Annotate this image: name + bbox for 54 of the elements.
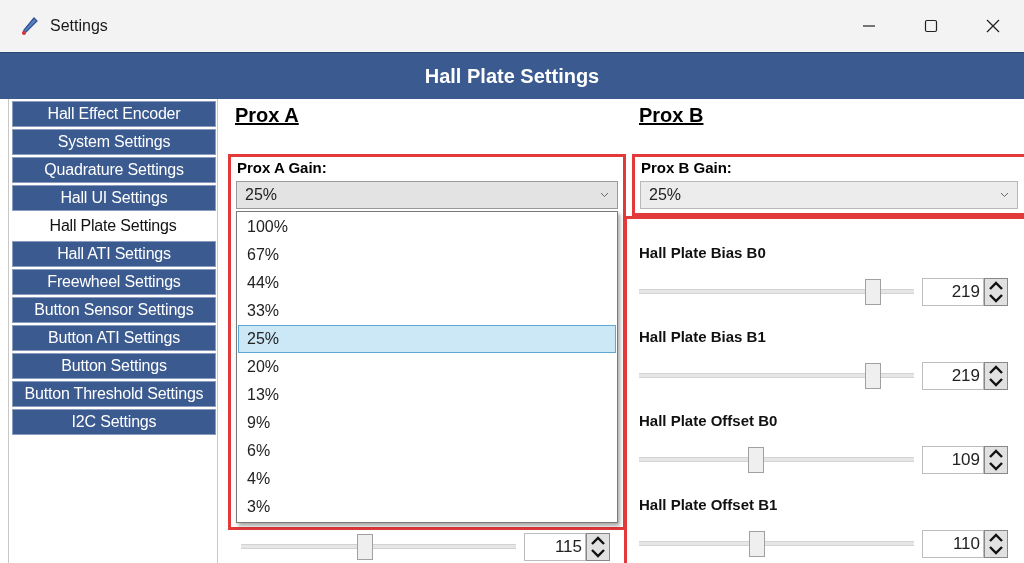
sidebar-item[interactable]: Hall UI Settings [12,185,216,211]
spin-button[interactable] [984,278,1008,306]
sidebar-item[interactable]: Quadrature Settings [12,157,216,183]
field-label: Prox A Gain: [237,158,327,178]
slider-label: Hall Plate Bias B1 [639,327,766,347]
sidebar-item[interactable]: I2C Settings [12,409,216,435]
sidebar-item[interactable]: Hall ATI Settings [12,241,216,267]
dropdown-option[interactable]: 33% [238,297,616,325]
section-title: Prox B [639,103,704,127]
sidebar-item[interactable]: Button Settings [12,353,216,379]
slider-thumb[interactable] [864,363,881,389]
chevron-down-icon [1000,192,1009,198]
sidebar-item[interactable]: Button Threshold Settings [12,381,216,407]
chevron-down-icon [600,192,609,198]
dropdown-option[interactable]: 100% [238,213,616,241]
section-title: Prox A [235,103,299,127]
dropdown-option[interactable]: 3% [238,493,616,521]
dropdown-option[interactable]: 6% [238,437,616,465]
gain-dropdown[interactable]: 25% [236,181,618,209]
number-field[interactable]: 219 [922,278,984,306]
slider-thumb[interactable] [356,534,373,560]
slider-thumb[interactable] [749,531,766,557]
pen-icon [20,16,38,36]
spin-button[interactable] [984,362,1008,390]
sidebar-item[interactable]: Freewheel Settings [12,269,216,295]
maximize-icon [924,19,938,33]
gain-dropdown[interactable]: 25% [640,181,1018,209]
field-label: Prox B Gain: [641,158,732,178]
dropdown-option[interactable]: 9% [238,409,616,437]
number-field[interactable]: 110 [922,530,984,558]
slider-label: Hall Plate Offset B1 [639,495,778,515]
sidebar-item[interactable]: Hall Effect Encoder [12,101,216,127]
slider-thumb[interactable] [747,447,764,473]
dropdown-option[interactable]: 20% [238,353,616,381]
page-heading: Hall Plate Settings [424,64,600,88]
number-field[interactable]: 219 [922,362,984,390]
dropdown-option[interactable]: 44% [238,269,616,297]
dropdown-option[interactable]: 25% [238,325,616,353]
slider-label: Hall Plate Offset B0 [639,411,778,431]
number-field[interactable]: 115 [524,533,586,561]
slider-label: Hall Plate Bias B0 [639,243,766,263]
spin-button[interactable] [984,446,1008,474]
dropdown-option[interactable]: 4% [238,465,616,493]
dropdown-option[interactable]: 13% [238,381,616,409]
dropdown-option[interactable]: 67% [238,241,616,269]
spin-button[interactable] [984,530,1008,558]
window-title: Settings [50,17,109,35]
slider-thumb[interactable] [864,279,881,305]
sidebar-item[interactable]: Button Sensor Settings [12,297,216,323]
sidebar-item[interactable]: System Settings [12,129,216,155]
number-field[interactable]: 109 [922,446,984,474]
sidebar-item[interactable]: Button ATI Settings [12,325,216,351]
spin-button[interactable] [586,533,610,561]
close-icon [986,19,1000,33]
